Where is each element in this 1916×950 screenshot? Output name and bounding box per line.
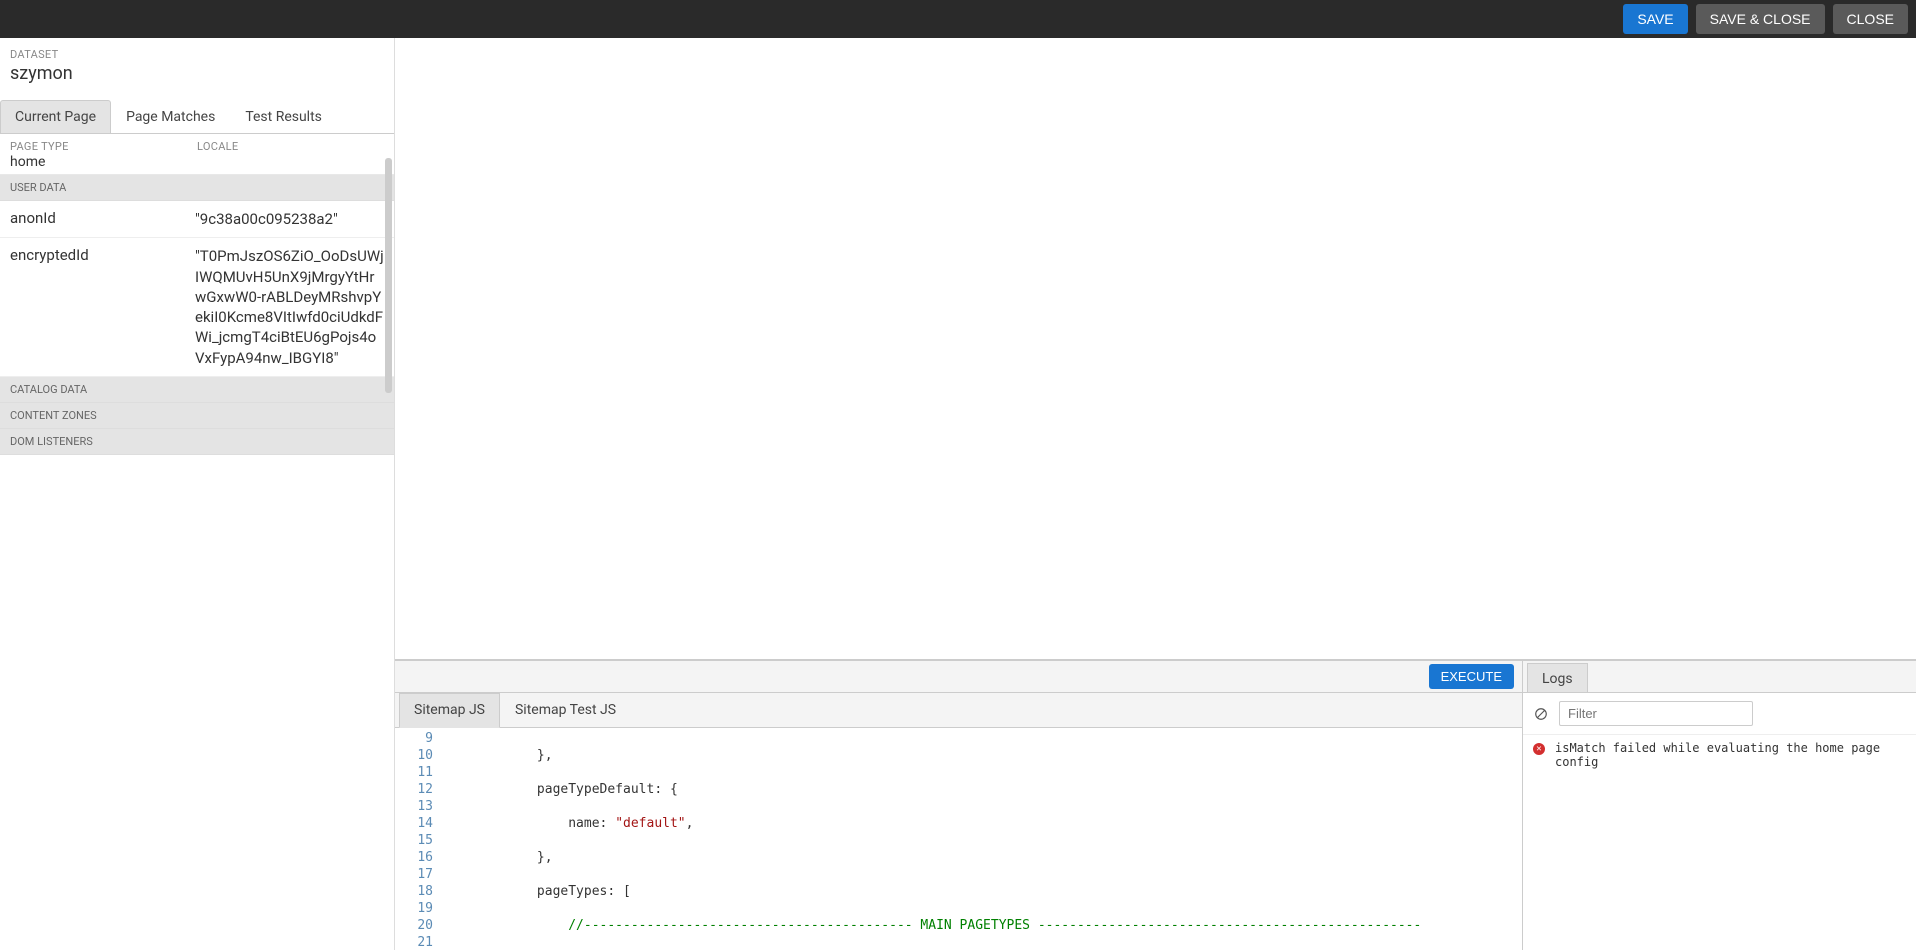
preview-pane xyxy=(395,38,1916,660)
tab-test-results[interactable]: Test Results xyxy=(230,100,337,133)
log-entry: ✕ isMatch failed while evaluating the ho… xyxy=(1523,735,1916,775)
section-catalog-data[interactable]: CATALOG DATA xyxy=(0,377,394,403)
top-toolbar: SAVE SAVE & CLOSE CLOSE xyxy=(0,0,1916,38)
section-dom-listeners[interactable]: DOM LISTENERS xyxy=(0,429,394,455)
tab-sitemap-test-js[interactable]: Sitemap Test JS xyxy=(500,693,631,727)
bottom-panel: EXECUTE Sitemap JS Sitemap Test JS 9 10 … xyxy=(395,660,1916,950)
save-close-button[interactable]: SAVE & CLOSE xyxy=(1696,4,1825,34)
page-type-label: PAGE TYPE xyxy=(10,140,197,153)
save-button[interactable]: SAVE xyxy=(1623,4,1687,34)
error-icon: ✕ xyxy=(1533,743,1545,755)
tab-page-matches[interactable]: Page Matches xyxy=(111,100,230,133)
log-message: isMatch failed while evaluating the home… xyxy=(1555,741,1906,769)
user-data-row-encryptedid: encryptedId "T0PmJszOS6ZiO_OoDsUWjIWQMUv… xyxy=(0,238,394,377)
main-area: DATASET szymon Current Page Page Matches… xyxy=(0,38,1916,950)
code-editor[interactable]: 9 10 11 12 13 14 15 16 17 18 19 20 21 xyxy=(395,728,1522,950)
logs-filter-input[interactable] xyxy=(1559,701,1753,726)
tab-current-page[interactable]: Current Page xyxy=(0,100,111,133)
encryptedid-value: "T0PmJszOS6ZiO_OoDsUWjIWQMUvH5UnX9jMrgyY… xyxy=(195,246,384,368)
anonid-key: anonId xyxy=(10,209,195,227)
page-info-row: PAGE TYPE home LOCALE xyxy=(0,134,394,175)
page-type-value: home xyxy=(10,154,197,170)
logs-panel: Logs ✕ isMatch failed while evaluating t… xyxy=(1523,661,1916,950)
anonid-value: "9c38a00c095238a2" xyxy=(195,209,384,229)
section-content-zones[interactable]: CONTENT ZONES xyxy=(0,403,394,429)
line-gutter: 9 10 11 12 13 14 15 16 17 18 19 20 21 xyxy=(395,728,443,950)
dataset-name: szymon xyxy=(10,63,384,84)
execute-button[interactable]: EXECUTE xyxy=(1429,664,1514,689)
sidebar-scrollbar[interactable] xyxy=(385,158,392,393)
close-button[interactable]: CLOSE xyxy=(1833,4,1908,34)
tab-sitemap-js[interactable]: Sitemap JS xyxy=(399,693,500,728)
editor-toolbar: EXECUTE xyxy=(395,661,1522,693)
editor-panel: EXECUTE Sitemap JS Sitemap Test JS 9 10 … xyxy=(395,661,1523,950)
sidebar-tabs: Current Page Page Matches Test Results xyxy=(0,100,394,134)
tab-logs[interactable]: Logs xyxy=(1527,663,1588,692)
content-area: EXECUTE Sitemap JS Sitemap Test JS 9 10 … xyxy=(395,38,1916,950)
editor-tabs: Sitemap JS Sitemap Test JS xyxy=(395,693,1522,728)
locale-label: LOCALE xyxy=(197,140,384,153)
section-user-data[interactable]: USER DATA xyxy=(0,175,394,201)
dataset-label: DATASET xyxy=(10,48,384,61)
clear-logs-icon[interactable] xyxy=(1533,706,1549,722)
user-data-row-anonid: anonId "9c38a00c095238a2" xyxy=(0,201,394,238)
logs-filter-row xyxy=(1523,693,1916,735)
code-lines[interactable]: }, pageTypeDefault: { name: "default", }… xyxy=(443,728,1522,950)
logs-tabs: Logs xyxy=(1523,661,1916,693)
encryptedid-key: encryptedId xyxy=(10,246,195,264)
sidebar: DATASET szymon Current Page Page Matches… xyxy=(0,38,395,950)
dataset-header: DATASET szymon xyxy=(0,38,394,90)
